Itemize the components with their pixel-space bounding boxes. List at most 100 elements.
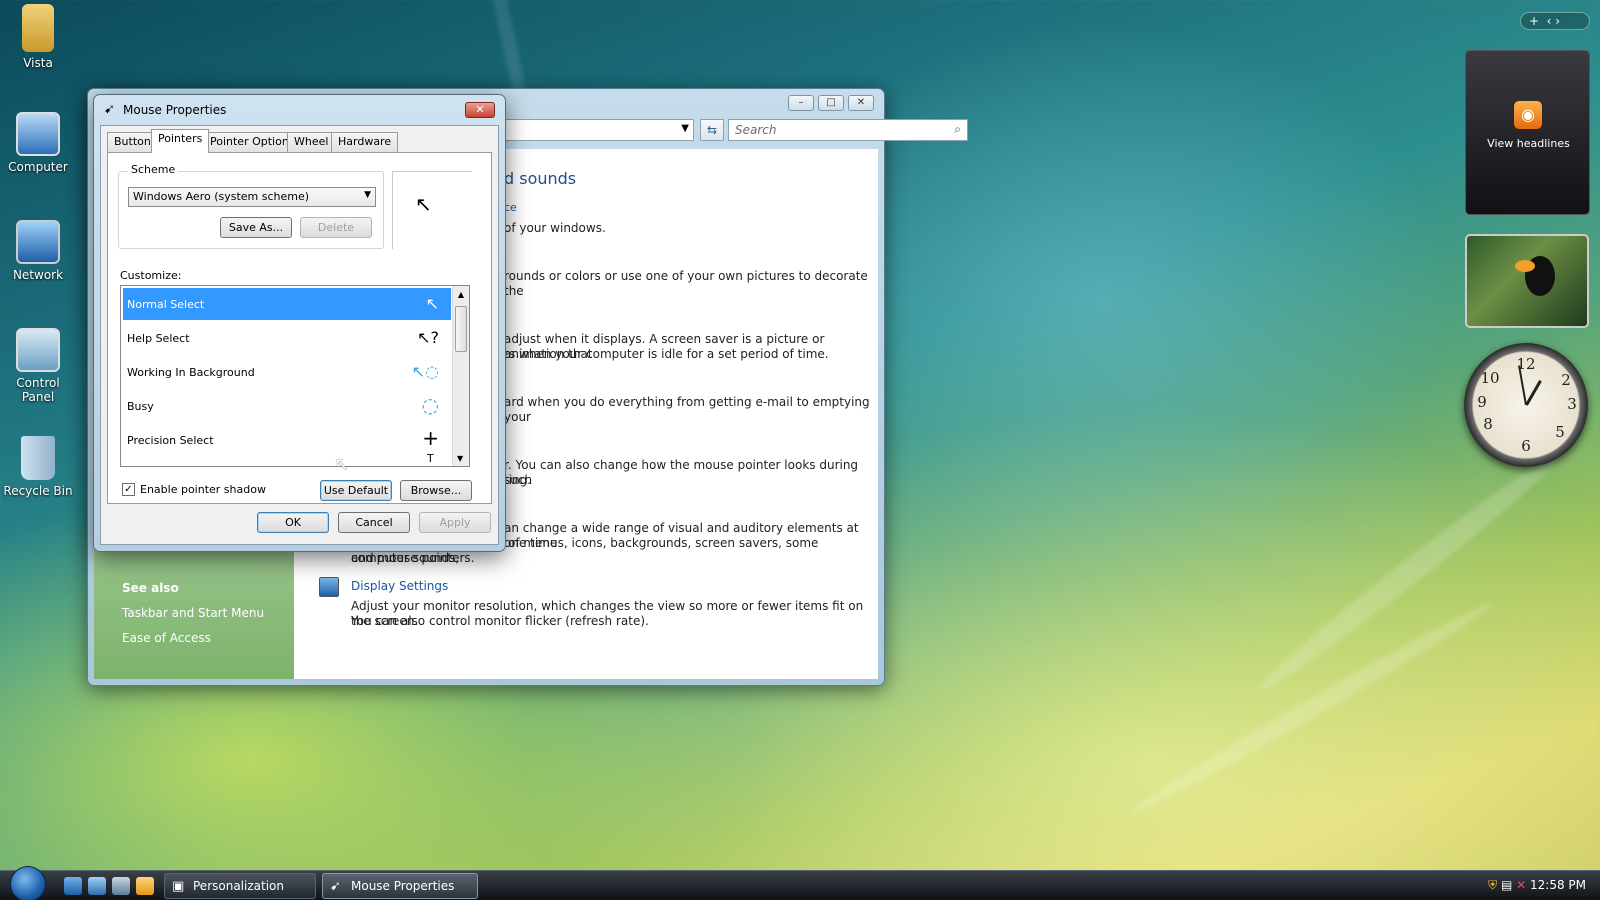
system-tray: ⛨ ▤ ✕ 12:58 PM [1488,878,1586,893]
media-player-icon[interactable] [136,877,154,895]
pointer-name: Busy [127,400,154,413]
clock-numeral: 5 [1555,423,1565,441]
volume-icon[interactable]: ✕ [1516,878,1526,892]
desc-line: ting. [504,473,532,487]
chevron-down-icon: ▼ [364,190,371,200]
view-headlines-label: View headlines [1487,137,1570,150]
scroll-down-icon[interactable]: ▼ [457,454,463,463]
desktop-icon-control-panel[interactable]: Control Panel [0,328,76,404]
pointers-panel: Scheme Windows Aero (system scheme) ▼ Sa… [107,152,492,504]
desktop-icon-computer[interactable]: Computer [0,112,76,174]
ok-button[interactable]: OK [257,512,329,533]
ease-of-access-link[interactable]: Ease of Access [122,631,211,645]
see-also-heading: See also [122,581,179,595]
tab-wheel[interactable]: Wheel [287,132,336,152]
arrow-cursor-icon: ↖ [425,294,439,313]
display-settings-desc: You can also control monitor flicker (re… [351,614,649,628]
apply-button[interactable]: Apply [419,512,491,533]
feed-headlines-gadget[interactable]: ◉ View headlines [1465,50,1590,215]
display-settings-link[interactable]: Display Settings [351,579,448,593]
internet-explorer-icon[interactable] [64,877,82,895]
security-icon[interactable]: ⛨ [1488,878,1497,892]
scrollbar-thumb[interactable] [455,306,467,352]
list-item[interactable]: Normal Select ↖ [123,288,451,320]
slideshow-gadget[interactable] [1465,234,1589,328]
list-item[interactable]: Busy ◌ [123,390,451,422]
pointer-name: Normal Select [127,298,205,311]
desc-line: rs when your computer is idle for a set … [504,347,829,361]
search-icon[interactable]: ⌕ [954,122,961,137]
clock-numeral: 2 [1561,371,1571,389]
network-tray-icon[interactable]: ▤ [1501,878,1512,892]
clock-gadget[interactable]: 12 2 3 5 6 8 9 10 [1464,343,1588,467]
mouse-pointer-icon: ↖ [334,454,350,475]
desc-line: rounds or colors or use one of your own … [504,269,868,298]
minimize-button[interactable]: – [788,95,814,111]
desc-line: r. You can also change how the mouse poi… [504,458,859,487]
pointer-list[interactable]: Normal Select ↖ Help Select ↖? Working I… [120,285,470,467]
personalization-icon: ▣ [172,879,185,894]
search-placeholder: Search [735,123,777,137]
busy-cursor-icon: ◌ [421,393,439,417]
refresh-button[interactable]: ⇆ [700,119,724,141]
clock-numeral: 8 [1483,415,1493,433]
clock-numeral: 3 [1567,395,1577,413]
search-input[interactable]: Search ⌕ [728,119,968,141]
scheme-label: Scheme [128,163,179,176]
show-desktop-icon[interactable] [88,877,106,895]
taskbar-personalization[interactable]: ▣ Personalization [164,873,316,899]
clock-time[interactable]: 12:58 PM [1530,878,1586,892]
desc-line: of your windows. [504,221,606,235]
shadow-checkbox[interactable]: ✓ [122,483,135,496]
start-button[interactable] [10,866,46,900]
desktop-icon-label: Control Panel [16,376,60,404]
taskbar-start-menu-link[interactable]: Taskbar and Start Menu [122,606,264,620]
close-button[interactable]: ✕ [848,95,874,111]
pointer-name: Working In Background [127,366,255,379]
desktop-icon-label: Network [12,268,64,282]
shadow-label: Enable pointer shadow [140,483,266,496]
computer-icon [16,112,60,156]
scroll-up-icon[interactable]: ▲ [453,286,469,299]
desktop-icon-label: Computer [8,160,68,174]
tab-hardware[interactable]: Hardware [331,132,399,152]
save-as-button[interactable]: Save As... [220,217,292,238]
delete-button[interactable]: Delete [300,217,372,238]
rss-icon: ◉ [1514,101,1542,129]
maximize-button[interactable]: □ [818,95,844,111]
taskbar: ▣ Personalization ➹ Mouse Properties ⛨ ▤… [0,866,1600,900]
desktop-icon-vista[interactable]: Vista [0,4,76,70]
page-heading: d sounds [504,169,577,188]
desc-line: ard when you do everything from getting … [504,395,870,424]
list-item[interactable]: Working In Background ↖◌ [123,356,451,388]
dialog-title: Mouse Properties [123,103,227,117]
scheme-value: Windows Aero (system scheme) [133,190,310,203]
taskbar-mouse-properties[interactable]: ➹ Mouse Properties [322,873,478,899]
desktop-icon-label: Vista [23,56,53,70]
mouse-icon: ➹ [330,879,341,894]
text-cursor-icon: T [427,452,434,465]
scheme-dropdown[interactable]: Windows Aero (system scheme) ▼ [128,187,376,207]
wallpaper-streak [1252,445,1568,699]
pointer-name: Precision Select [127,434,214,447]
chevron-down-icon[interactable]: ▼ [681,123,689,134]
desktop-icon-network[interactable]: Network [0,220,76,282]
arrow-cursor-icon: ↖ [415,192,432,216]
tab-pointers[interactable]: Pointers [151,129,210,153]
control-panel-icon [16,328,60,372]
cancel-button[interactable]: Cancel [338,512,410,533]
toucan-beak [1515,260,1535,272]
switch-windows-icon[interactable] [112,877,130,895]
recycle-bin-icon [21,436,55,480]
scrollbar[interactable]: ▲ ▼ [452,286,469,466]
use-default-button[interactable]: Use Default [320,480,392,501]
list-item[interactable]: Help Select ↖? [123,322,451,354]
desktop-icon-recycle-bin[interactable]: Recycle Bin [0,436,76,498]
browse-button[interactable]: Browse... [400,480,472,501]
desktop-icon-label: Recycle Bin [3,484,73,498]
network-icon [16,220,60,264]
sidebar-controls[interactable]: + ‹ › [1520,12,1590,30]
clock-hour-hand [1525,380,1542,406]
close-button[interactable]: ✕ [465,102,495,118]
list-item[interactable]: Precision Select + [123,424,451,456]
